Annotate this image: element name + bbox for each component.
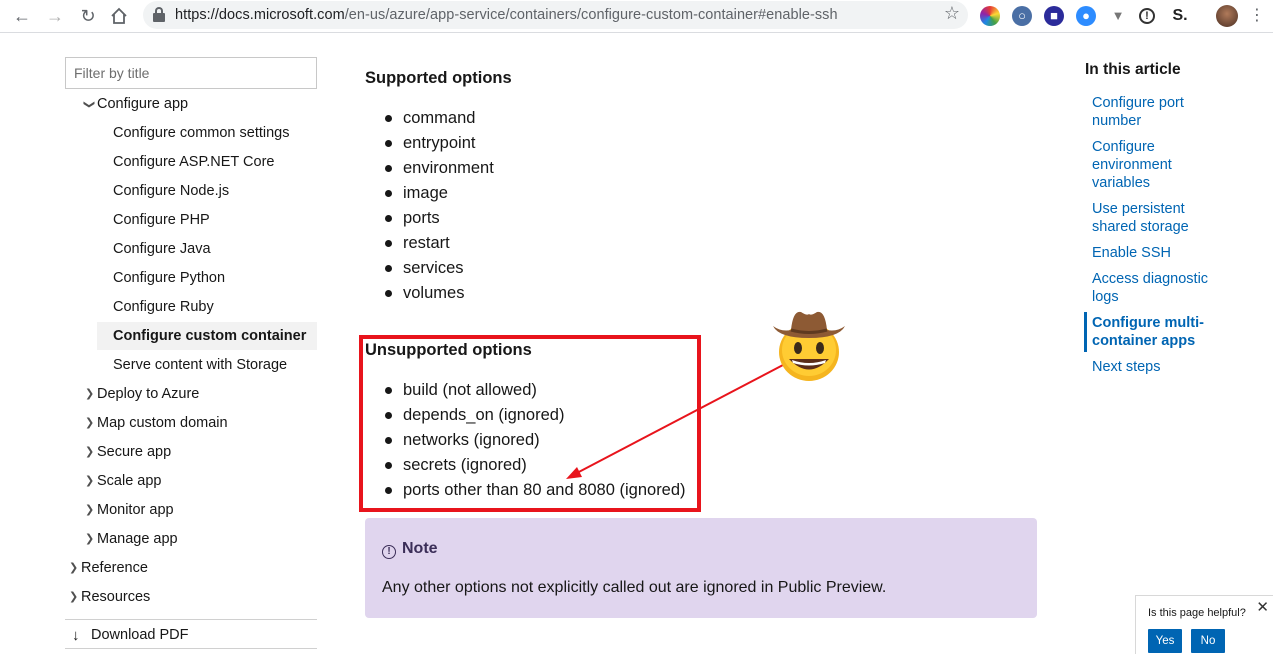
feedback-yes-button[interactable]: Yes	[1148, 629, 1182, 653]
toc-link-configure-multi-container-apps[interactable]: Configure multi-container apps	[1092, 314, 1232, 350]
feedback-widget: Is this page helpful? ✕ Yes No	[1135, 595, 1273, 654]
feedback-question: Is this page helpful?	[1148, 607, 1246, 619]
note-title: ! Note	[382, 540, 438, 559]
toc-link-configure-port-number[interactable]: Configure port number	[1092, 94, 1232, 130]
toc-link-enable-ssh[interactable]: Enable SSH	[1092, 244, 1232, 262]
toc-link-configure-environment-variables[interactable]: Configure environment variables	[1092, 138, 1232, 192]
toc-heading: In this article	[1085, 61, 1181, 78]
toc-link-use-persistent-shared-storage[interactable]: Use persistent shared storage	[1092, 200, 1232, 236]
note-callout: ! Note Any other options not explicitly c…	[365, 518, 1037, 618]
close-icon[interactable]: ✕	[1256, 598, 1269, 616]
cowboy-emoji-icon	[773, 311, 845, 381]
note-title-text: Note	[402, 540, 438, 557]
note-body: Any other options not explicitly called …	[382, 579, 887, 596]
toc-active-indicator	[1084, 312, 1087, 352]
toc-link-access-diagnostic-logs[interactable]: Access diagnostic logs	[1092, 270, 1232, 306]
toc-link-next-steps[interactable]: Next steps	[1092, 358, 1232, 376]
feedback-no-button[interactable]: No	[1191, 629, 1225, 653]
info-icon: !	[382, 545, 396, 559]
